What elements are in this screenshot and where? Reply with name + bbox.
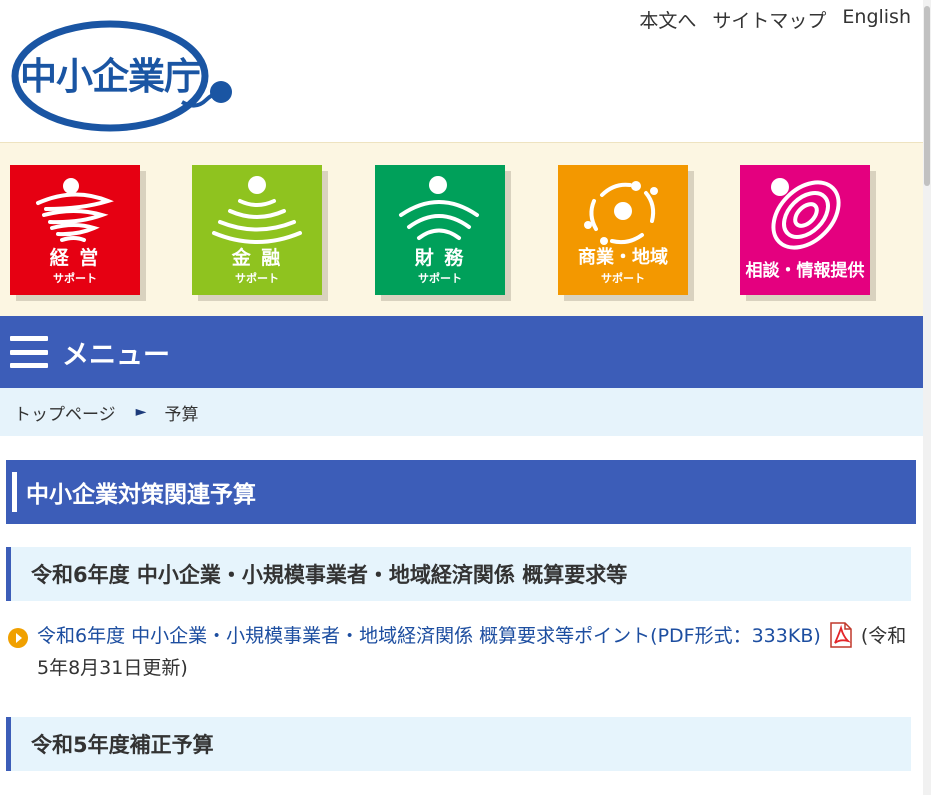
menu-button[interactable]: メニュー [0,316,923,388]
scrollbar-thumb[interactable] [924,6,930,186]
pdf-icon [830,622,852,648]
category-label: 相談・情報提供 [745,261,865,281]
category-sub: サポート [418,272,462,285]
english-link[interactable]: English [842,6,911,33]
skip-to-main-link[interactable]: 本文へ [639,6,696,33]
hamburger-icon [10,336,48,368]
category-label: 財 務 [414,247,466,269]
sitemap-link[interactable]: サイトマップ [712,6,826,33]
list-item-content: 令和6年度 中小企業・小規模事業者・地域経済関係 概算要求等ポイント(PDF形式… [37,620,908,684]
category-sodan[interactable]: 相談・情報提供 [740,165,870,295]
breadcrumb-home-link[interactable]: トップページ [14,400,116,425]
category-sub: サポート [235,272,279,285]
breadcrumb: トップページ ► 予算 [0,388,923,436]
category-sub: サポート [601,272,645,285]
category-kinyu[interactable]: 金 融 サポート [192,165,322,295]
section-heading: 令和5年度補正予算 [6,717,911,771]
utility-links: 本文へ サイトマップ English [639,6,911,33]
breadcrumb-separator-icon: ► [135,404,147,420]
section-heading: 令和6年度 中小企業・小規模事業者・地域経済関係 概算要求等 [6,547,911,601]
section-heading-text: 令和6年度 中小企業・小規模事業者・地域経済関係 概算要求等 [31,563,628,587]
arrow-bullet-icon [8,628,28,648]
site-logo[interactable]: 中小企業庁 [10,18,240,134]
category-label: 商業・地域 [578,247,668,268]
page: 中小企業庁 本文へ サイトマップ English 経 営 サポート 金 融 サポ… [0,0,923,795]
section-heading-text: 令和5年度補正予算 [31,733,214,757]
category-label: 経 営 [49,247,101,269]
category-band: 経 営 サポート 金 融 サポート 財 務 サポート 商業・地域 サポート 相談… [0,142,923,316]
page-title-text: 中小企業対策関連予算 [26,482,256,508]
breadcrumb-current: 予算 [164,404,199,425]
logo-dot [210,81,232,103]
page-title: 中小企業対策関連予算 [6,460,916,524]
category-keiei[interactable]: 経 営 サポート [10,165,140,295]
list-item: 令和6年度 中小企業・小規模事業者・地域経済関係 概算要求等ポイント(PDF形式… [8,620,908,684]
logo-text: 中小企業庁 [20,55,200,98]
vertical-scrollbar[interactable] [923,0,931,795]
category-label: 金 融 [231,247,283,269]
site-header: 中小企業庁 本文へ サイトマップ English [0,0,923,142]
category-sub: サポート [53,272,97,285]
pdf-document-link[interactable]: 令和6年度 中小企業・小規模事業者・地域経済関係 概算要求等ポイント(PDF形式… [37,625,821,647]
menu-label: メニュー [62,339,170,371]
category-shogyo[interactable]: 商業・地域 サポート [558,165,688,295]
category-zaimu[interactable]: 財 務 サポート [375,165,505,295]
